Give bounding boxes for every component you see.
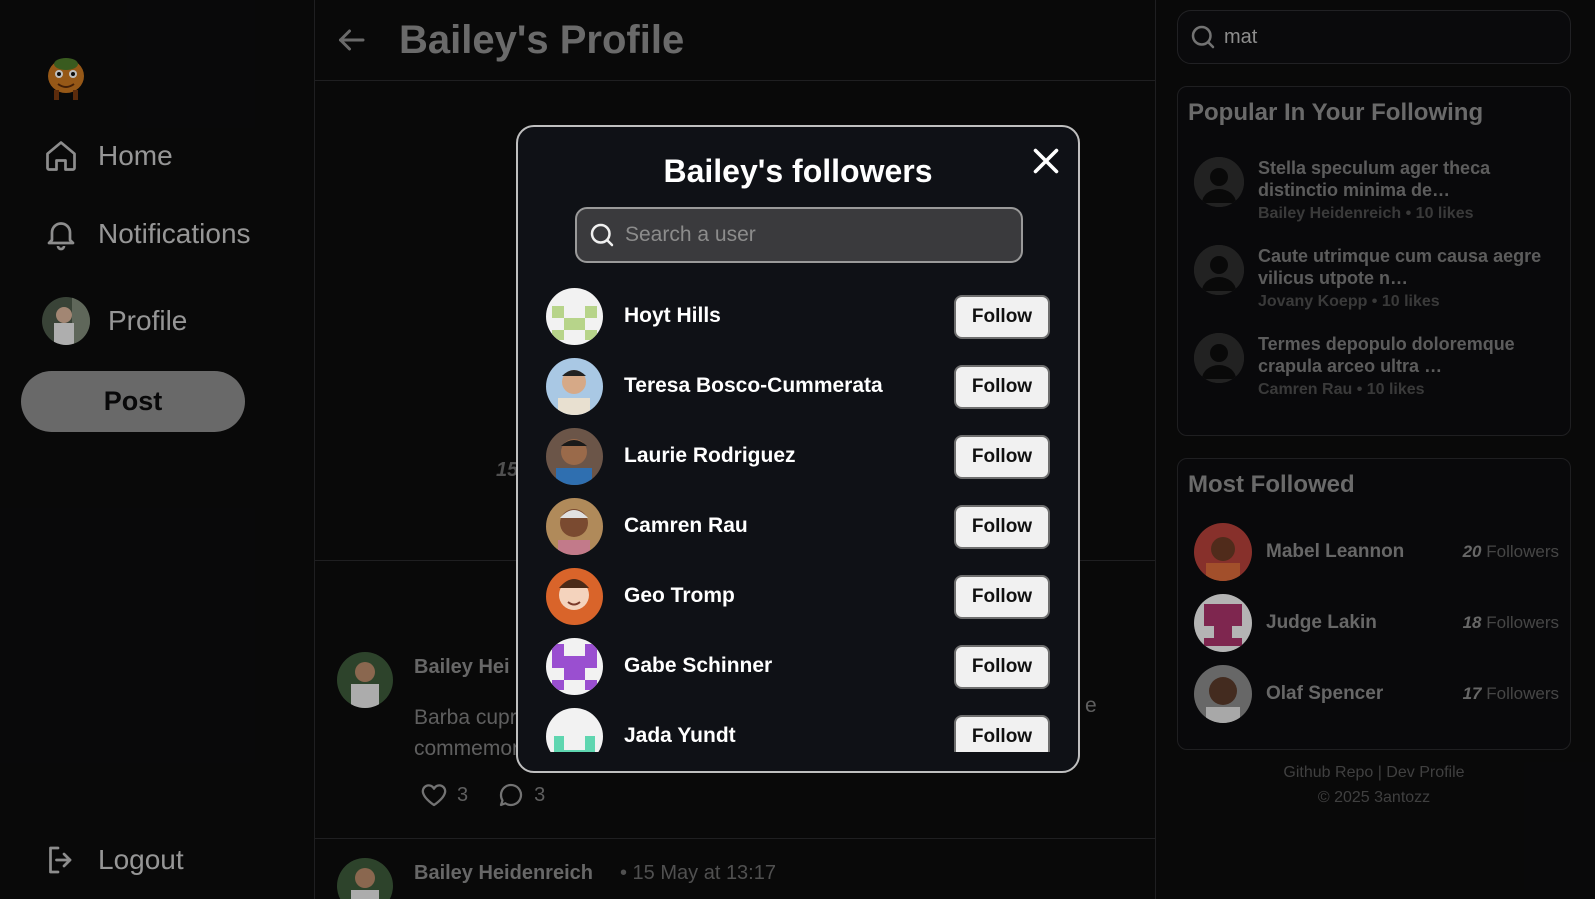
follower-name[interactable]: Camren Rau bbox=[624, 514, 748, 538]
app-root: Home Notifications Profile Post Logout B… bbox=[0, 0, 1595, 899]
follower-name[interactable]: Teresa Bosco-Cummerata bbox=[624, 374, 883, 398]
follower-row[interactable]: Camren Rau Follow bbox=[546, 498, 1050, 556]
follower-row[interactable]: Jada Yundt Follow bbox=[546, 708, 1050, 752]
followers-modal: Bailey's followers Hoyt Hills Follow Ter… bbox=[516, 125, 1080, 773]
avatar bbox=[546, 428, 603, 485]
close-icon[interactable] bbox=[1028, 143, 1064, 179]
avatar bbox=[546, 568, 603, 625]
follow-button[interactable]: Follow bbox=[954, 575, 1050, 619]
avatar bbox=[546, 498, 603, 555]
follower-name[interactable]: Gabe Schinner bbox=[624, 654, 772, 678]
avatar bbox=[546, 358, 603, 415]
follow-button[interactable]: Follow bbox=[954, 295, 1050, 339]
follower-name[interactable]: Geo Tromp bbox=[624, 584, 735, 608]
identicon-avatar bbox=[546, 638, 603, 695]
follower-row[interactable]: Geo Tromp Follow bbox=[546, 568, 1050, 626]
follower-row[interactable]: Laurie Rodriguez Follow bbox=[546, 428, 1050, 486]
modal-title: Bailey's followers bbox=[663, 153, 933, 189]
follow-button[interactable]: Follow bbox=[954, 435, 1050, 479]
follower-row[interactable]: Hoyt Hills Follow bbox=[546, 288, 1050, 346]
follow-button[interactable]: Follow bbox=[954, 365, 1050, 409]
user-search-field[interactable] bbox=[575, 207, 1023, 263]
follower-row[interactable]: Gabe Schinner Follow bbox=[546, 638, 1050, 696]
user-search-input[interactable] bbox=[625, 223, 1005, 247]
follow-button[interactable]: Follow bbox=[954, 645, 1050, 689]
search-icon bbox=[590, 223, 614, 247]
follow-button[interactable]: Follow bbox=[954, 715, 1050, 752]
follower-row[interactable]: Teresa Bosco-Cummerata Follow bbox=[546, 358, 1050, 416]
identicon-avatar bbox=[546, 708, 603, 752]
follower-name[interactable]: Laurie Rodriguez bbox=[624, 444, 796, 468]
identicon-avatar bbox=[546, 288, 603, 345]
follower-name[interactable]: Hoyt Hills bbox=[624, 304, 721, 328]
followers-list: Hoyt Hills Follow Teresa Bosco-Cummerata… bbox=[518, 277, 1078, 752]
follower-name[interactable]: Jada Yundt bbox=[624, 724, 736, 748]
follow-button[interactable]: Follow bbox=[954, 505, 1050, 549]
